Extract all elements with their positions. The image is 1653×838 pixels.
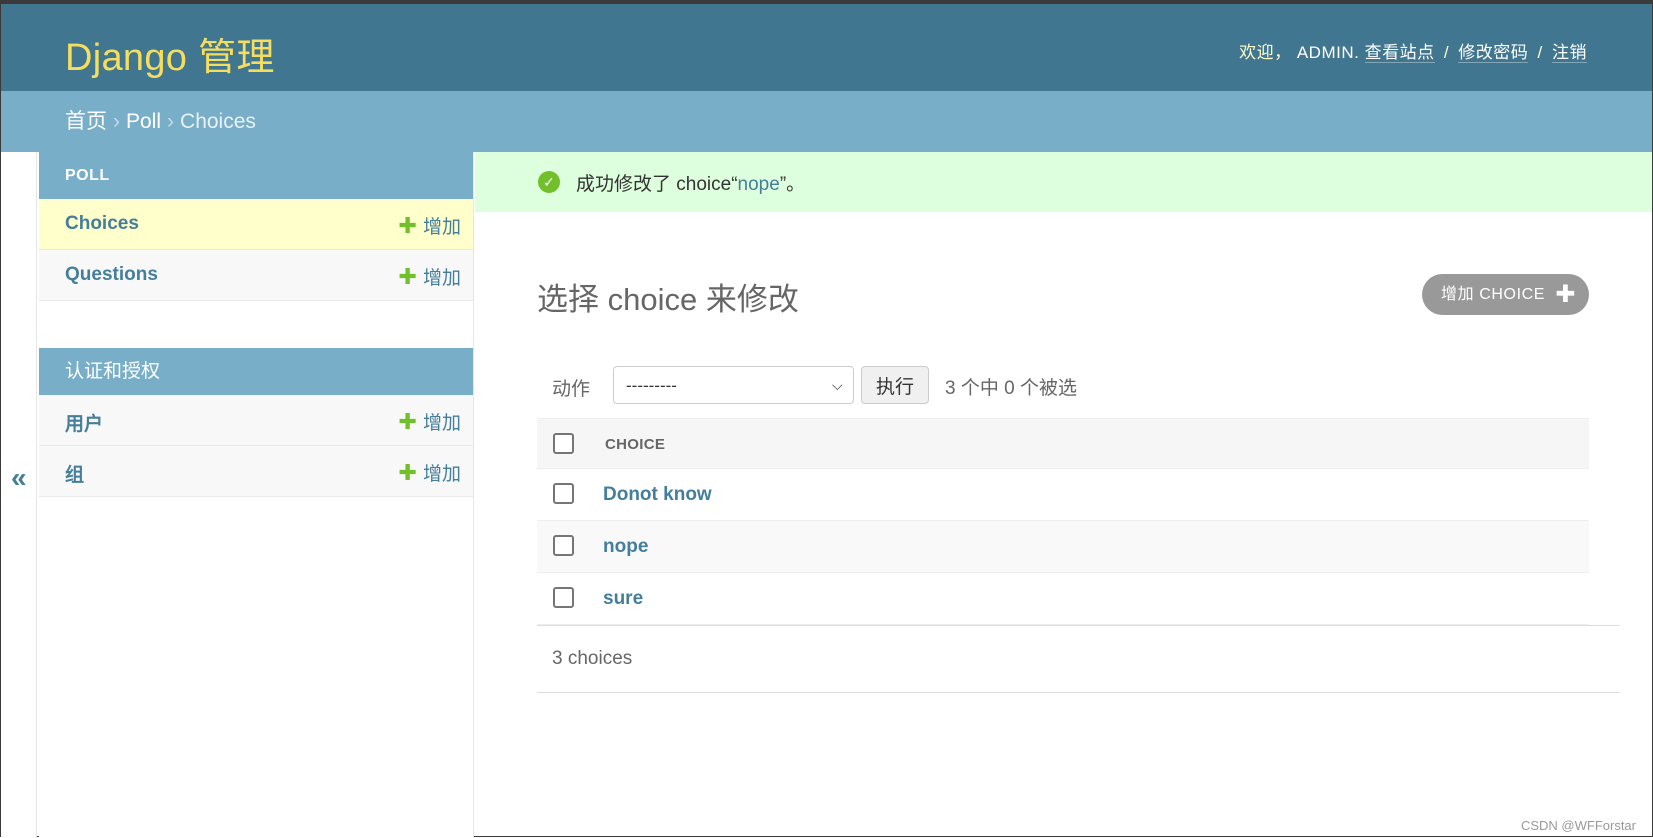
message-prefix: 成功修改了 choice“ <box>576 174 738 195</box>
username: ADMIN <box>1296 43 1355 62</box>
success-text: 成功修改了 choice“nope”。 <box>576 169 805 196</box>
table-row: nope <box>537 521 1589 573</box>
module-caption-auth[interactable]: 认证和授权 <box>39 348 473 395</box>
collapse-icon[interactable]: « <box>11 462 27 494</box>
add-label[interactable]: 增加 <box>423 217 461 238</box>
row-checkbox[interactable] <box>553 587 574 608</box>
add-group-link[interactable]: ✚ 增加 <box>399 459 461 486</box>
add-choice-link[interactable]: ✚ 增加 <box>399 212 461 239</box>
choice-link[interactable]: sure <box>603 588 643 610</box>
chevron-down-icon: ⌵ <box>832 377 843 393</box>
success-check-icon: ✓ <box>538 171 560 193</box>
page-title: 选择 choice 来修改 <box>537 282 799 317</box>
breadcrumb-arrow: › <box>113 110 120 133</box>
username-dot: . <box>1354 43 1360 62</box>
row-checkbox[interactable] <box>553 535 574 556</box>
site-brand[interactable]: Django 管理 <box>65 26 275 81</box>
add-user-link[interactable]: ✚ 增加 <box>399 408 461 435</box>
sidebar-item-groups[interactable]: 组 ✚ 增加 <box>39 446 473 497</box>
plus-icon: ✚ <box>398 460 417 485</box>
separator: / <box>1443 43 1450 62</box>
user-tools: 欢迎， ADMIN. 查看站点 / 修改密码 / 注销 <box>1239 38 1587 63</box>
table-row: sure <box>537 573 1589 625</box>
sidebar-item-label[interactable]: 用户 <box>65 409 103 436</box>
actions-bar: 动作 --------- ⌵ 执行 3 个中 0 个被选 <box>537 354 1589 416</box>
separator: / <box>1537 43 1543 62</box>
logout-link[interactable]: 注销 <box>1552 43 1587 63</box>
result-count: 3 choices <box>552 648 633 669</box>
breadcrumb-current: Choices <box>180 110 256 133</box>
sidebar-item-questions[interactable]: Questions ✚ 增加 <box>39 250 473 301</box>
breadcrumb-app[interactable]: Poll <box>126 110 161 133</box>
module-spacer <box>39 301 473 348</box>
add-choice-label[interactable]: 增加 CHOICE <box>1441 286 1545 303</box>
breadcrumb-home[interactable]: 首页 <box>65 110 107 133</box>
plus-icon: ✚ <box>398 213 417 238</box>
success-message: ✓ 成功修改了 choice“nope”。 <box>475 152 1652 212</box>
breadcrumb: 首页 › Poll › Choices <box>1 91 1652 152</box>
browser-frame: Django 管理 欢迎， ADMIN. 查看站点 / 修改密码 / 注销 首页… <box>0 0 1653 838</box>
sidebar-nav: POLL Choices ✚ 增加 Questions ✚ 增加 认证和授权 用户 … <box>39 152 474 838</box>
add-question-link[interactable]: ✚ 增加 <box>399 263 461 290</box>
message-object-link[interactable]: nope <box>738 174 780 195</box>
choice-link[interactable]: nope <box>603 536 648 558</box>
welcome-text: 欢迎， <box>1239 43 1292 62</box>
column-header-choice[interactable]: CHOICE <box>605 436 665 453</box>
table-header: CHOICE <box>537 418 1589 469</box>
view-site-link[interactable]: 查看站点 <box>1364 43 1435 63</box>
selection-counter: 3 个中 0 个被选 <box>945 378 1077 399</box>
choice-link[interactable]: Donot know <box>603 484 712 506</box>
change-password-link[interactable]: 修改密码 <box>1458 43 1529 63</box>
add-label[interactable]: 增加 <box>423 268 461 289</box>
run-action-button[interactable]: 执行 <box>861 366 929 404</box>
plus-icon: ✚ <box>398 264 417 289</box>
select-all-checkbox[interactable] <box>553 433 574 454</box>
result-list: CHOICE Donot know nope sure <box>537 418 1589 625</box>
row-checkbox[interactable] <box>553 483 574 504</box>
sidebar-toggle[interactable]: « <box>1 152 37 838</box>
sidebar-item-choices[interactable]: Choices ✚ 增加 <box>39 199 473 250</box>
action-select[interactable]: --------- <box>613 366 854 404</box>
sidebar-item-users[interactable]: 用户 ✚ 增加 <box>39 395 473 446</box>
add-choice-button[interactable]: 增加 CHOICE ✚ <box>1422 274 1589 315</box>
module-caption-poll[interactable]: POLL <box>39 152 473 199</box>
breadcrumb-arrow: › <box>167 110 175 133</box>
table-row: Donot know <box>537 469 1589 521</box>
message-suffix: ”。 <box>779 174 806 195</box>
paginator: 3 choices <box>537 625 1620 693</box>
site-header: Django 管理 欢迎， ADMIN. 查看站点 / 修改密码 / 注销 <box>1 4 1652 91</box>
sidebar-item-label[interactable]: 组 <box>65 460 84 487</box>
watermark: CSDN @WFForstar <box>1520 818 1636 833</box>
sidebar-item-label[interactable]: Questions <box>65 264 158 286</box>
add-label[interactable]: 增加 <box>423 413 461 434</box>
plus-icon: ✚ <box>1555 281 1576 308</box>
sidebar-item-label[interactable]: Choices <box>65 213 139 235</box>
action-label: 动作 <box>552 379 591 400</box>
add-label[interactable]: 增加 <box>423 464 461 485</box>
plus-icon: ✚ <box>398 409 417 434</box>
